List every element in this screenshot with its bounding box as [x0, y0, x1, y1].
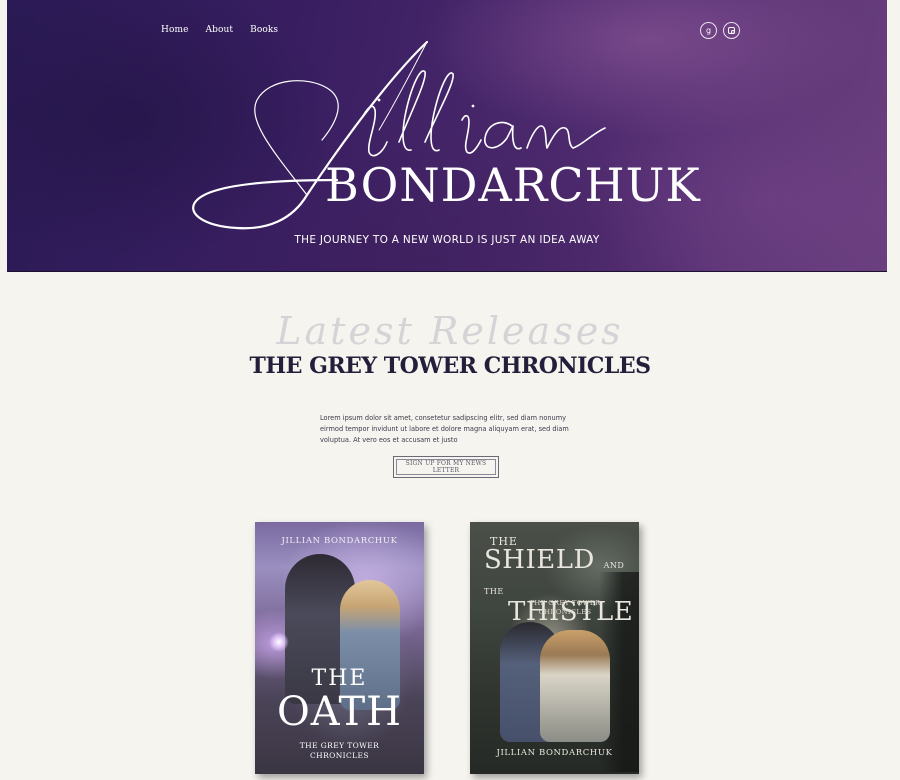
book-author: JILLIAN BONDARCHUK	[281, 536, 398, 546]
book-series-line: THE GREY TOWER	[299, 741, 380, 750]
book-series: THE GREY TOWER CHRONICLES	[510, 599, 620, 617]
series-title: THE GREY TOWER CHRONICLES	[249, 353, 651, 379]
book-title: OATH	[276, 689, 403, 735]
book-series-line: CHRONICLES	[310, 751, 369, 760]
book-author: JILLIAN BONDARCHUK	[496, 748, 613, 758]
book-cover-shield-and-thistle[interactable]: THE SHIELD AND THE THISTLE THE GREY TOWE…	[470, 522, 639, 774]
book-series: THE GREY TOWER CHRONICLES	[255, 741, 424, 761]
cover-illustration-figure	[540, 630, 610, 742]
book-series-line: CHRONICLES	[538, 608, 592, 616]
book-cover-the-oath[interactable]: JILLIAN BONDARCHUK THE OATH THE GREY TOW…	[255, 522, 424, 774]
latest-releases-script-heading: Latest Releases	[276, 309, 624, 353]
book-title-word: SHIELD	[484, 545, 595, 575]
hero-script-name	[192, 40, 606, 230]
magic-glow	[269, 632, 289, 652]
hero-tagline: THE JOURNEY TO A NEW WORLD IS JUST AN ID…	[294, 234, 600, 246]
book-title-prefix: THE	[311, 666, 368, 691]
hero-author-name: BONDARCHUK	[325, 158, 701, 212]
page: Home About Books g BONDARCHUK THE JOURNE…	[0, 0, 900, 780]
book-title-line: SHIELD AND THE	[484, 547, 629, 599]
hero-banner: Home About Books g BONDARCHUK THE JOURNE…	[7, 0, 887, 272]
newsletter-signup-button[interactable]: SIGN UP FOR MY NEWS LETTER	[393, 456, 499, 478]
book-series-line: THE GREY TOWER	[529, 599, 601, 607]
series-blurb: Lorem ipsum dolor sit amet, consetetur s…	[320, 414, 569, 444]
